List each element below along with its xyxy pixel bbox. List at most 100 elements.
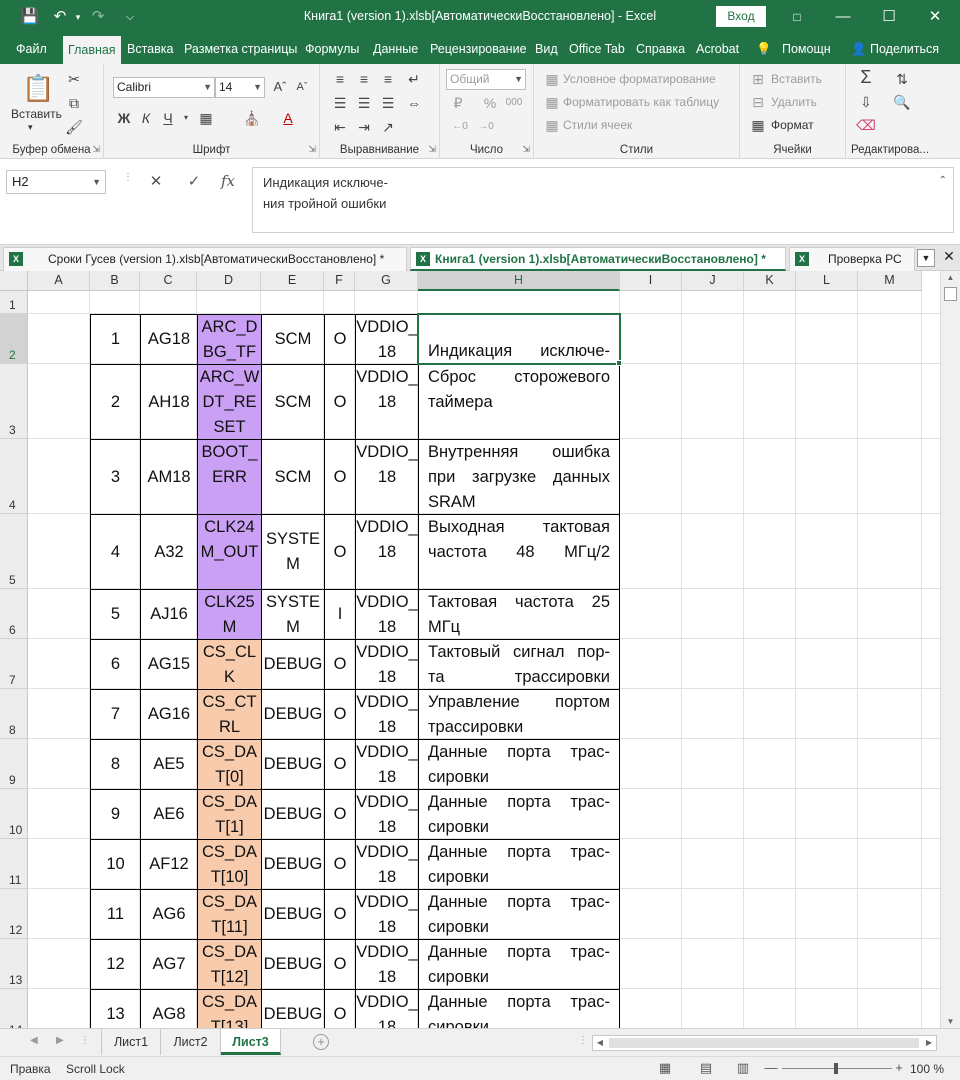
clear-icon[interactable]: ⌫ (856, 116, 876, 134)
zoom-slider-thumb[interactable] (834, 1063, 838, 1074)
cell-e7[interactable]: DEBUG (261, 639, 324, 689)
borders-icon[interactable]: ▦ (196, 109, 216, 127)
page-break-preview-icon[interactable]: ▥ (734, 1060, 752, 1076)
select-all-corner[interactable] (0, 271, 28, 291)
cell-b6[interactable]: 5 (90, 589, 140, 639)
cell-h12[interactable]: Данные порта трас-сировки (418, 889, 620, 939)
cell-d8[interactable]: CS_CTRL (197, 689, 261, 739)
comma-style-button[interactable]: 000 (504, 94, 524, 112)
undo-dropdown-icon[interactable]: ▾ (68, 8, 88, 26)
scroll-up-icon[interactable]: ▲ (941, 273, 960, 282)
paste-dropdown-icon[interactable]: ▾ (28, 122, 33, 133)
row-header-10[interactable]: 10 (0, 789, 28, 839)
underline-button[interactable]: Ч (158, 109, 178, 127)
cell-b7[interactable]: 6 (90, 639, 140, 689)
tab-formulas[interactable]: Формулы (305, 34, 359, 64)
cell-e4[interactable]: SCM (261, 439, 324, 514)
cell-d12[interactable]: CS_DAT[11] (197, 889, 261, 939)
normal-view-icon[interactable]: ▦ (656, 1060, 674, 1076)
cell-f12[interactable]: O (324, 889, 355, 939)
font-dialog-launcher-icon[interactable]: ⇲ (308, 144, 316, 155)
cell-h8[interactable]: Управление портом трассировки (418, 689, 620, 739)
align-left-icon[interactable]: ☰ (330, 94, 350, 112)
zoom-out-icon[interactable]: — (762, 1060, 780, 1076)
cell-f13[interactable]: O (324, 939, 355, 989)
cell-f11[interactable]: O (324, 839, 355, 889)
cell-b11[interactable]: 10 (90, 839, 140, 889)
sheet-tab-list2[interactable]: Лист2 (161, 1029, 221, 1055)
orientation-icon[interactable]: ↗ (378, 118, 398, 136)
column-header-j[interactable]: J (682, 271, 744, 291)
cell-d4[interactable]: BOOT_ERR (197, 439, 261, 514)
column-header-k[interactable]: K (744, 271, 796, 291)
tab-office-tab[interactable]: Office Tab (569, 34, 625, 64)
cell-c3[interactable]: AH18 (140, 364, 197, 439)
font-name-select[interactable]: Calibri ▼ (113, 77, 215, 98)
cell-c14[interactable]: AG8 (140, 989, 197, 1028)
cell-f4[interactable]: O (324, 439, 355, 514)
scroll-sheets-left-icon[interactable]: ◀ (30, 1035, 38, 1046)
sign-in-button[interactable]: Вход (716, 6, 766, 27)
column-header-m[interactable]: M (858, 271, 922, 291)
cell-c5[interactable]: A32 (140, 514, 197, 589)
cell-b12[interactable]: 11 (90, 889, 140, 939)
cell-e11[interactable]: DEBUG (261, 839, 324, 889)
cell-e2[interactable]: SCM (261, 314, 324, 364)
maximize-button[interactable]: ☐ (866, 0, 912, 34)
column-header-b[interactable]: B (90, 271, 140, 291)
tab-list-dropdown-icon[interactable]: ▼ (917, 249, 935, 267)
cell-d13[interactable]: CS_DAT[12] (197, 939, 261, 989)
cell-e13[interactable]: DEBUG (261, 939, 324, 989)
close-workbook-tab-icon[interactable]: ✕ (940, 248, 958, 265)
tab-help[interactable]: Справка (636, 34, 685, 64)
cell-g10[interactable]: VDDIO_18 (355, 789, 418, 839)
column-header-d[interactable]: D (197, 271, 261, 291)
cell-d5[interactable]: CLK24M_OUT (197, 514, 261, 589)
vertical-scrollbar[interactable]: ▲ ▼ (940, 271, 960, 1028)
cell-f8[interactable]: O (324, 689, 355, 739)
column-header-g[interactable]: G (355, 271, 418, 291)
cell-b8[interactable]: 7 (90, 689, 140, 739)
undo-icon[interactable]: ↶ (50, 8, 70, 26)
cut-icon[interactable]: ✂ (64, 70, 84, 88)
cell-g11[interactable]: VDDIO_18 (355, 839, 418, 889)
cell-g4[interactable]: VDDIO_18 (355, 439, 418, 514)
column-header-c[interactable]: C (140, 271, 197, 291)
row-header-12[interactable]: 12 (0, 889, 28, 939)
cell-h3[interactable]: Сброс сторожевого таймера (418, 364, 620, 439)
delete-cells-button[interactable]: Удалить (771, 95, 817, 109)
cell-f10[interactable]: O (324, 789, 355, 839)
scroll-right-icon[interactable]: ▶ (922, 1036, 936, 1050)
cancel-entry-icon[interactable]: ✕ (144, 172, 168, 190)
cell-g13[interactable]: VDDIO_18 (355, 939, 418, 989)
cell-c4[interactable]: AM18 (140, 439, 197, 514)
underline-dropdown-icon[interactable]: ▾ (176, 109, 196, 127)
tab-page-layout[interactable]: Разметка страницы (184, 34, 297, 64)
share-button[interactable]: Поделиться (870, 34, 939, 64)
cell-h6[interactable]: Тактовая частота 25 МГц (418, 589, 620, 639)
tab-review[interactable]: Рецензирование (430, 34, 527, 64)
tab-data[interactable]: Данные (373, 34, 418, 64)
increase-indent-icon[interactable]: ⇥ (354, 118, 374, 136)
cell-b3[interactable]: 2 (90, 364, 140, 439)
cell-h7[interactable]: Тактовый сигнал пор-та трассировки (418, 639, 620, 689)
row-header-9[interactable]: 9 (0, 739, 28, 789)
decrease-font-size-icon[interactable]: Aˇ (292, 78, 312, 96)
merge-center-icon[interactable]: ⇔ (404, 94, 424, 112)
fill-color-icon[interactable]: ⛪ (242, 109, 262, 127)
decrease-indent-icon[interactable]: ⇤ (330, 118, 350, 136)
row-header-5[interactable]: 5 (0, 514, 28, 589)
italic-button[interactable]: К (136, 109, 156, 127)
cell-b5[interactable]: 4 (90, 514, 140, 589)
confirm-entry-icon[interactable]: ✓ (182, 172, 206, 190)
cell-f14[interactable]: O (324, 989, 355, 1028)
insert-cells-button[interactable]: Вставить (771, 72, 822, 86)
wrap-text-icon[interactable]: ↵ (404, 70, 424, 88)
cell-g12[interactable]: VDDIO_18 (355, 889, 418, 939)
cell-g7[interactable]: VDDIO_18 (355, 639, 418, 689)
align-middle-icon[interactable]: ≡ (354, 70, 374, 88)
align-bottom-icon[interactable]: ≡ (378, 70, 398, 88)
cell-c10[interactable]: AE6 (140, 789, 197, 839)
lightbulb-icon[interactable]: 💡 (756, 34, 772, 64)
decrease-decimal-icon[interactable]: →0 (476, 118, 496, 136)
